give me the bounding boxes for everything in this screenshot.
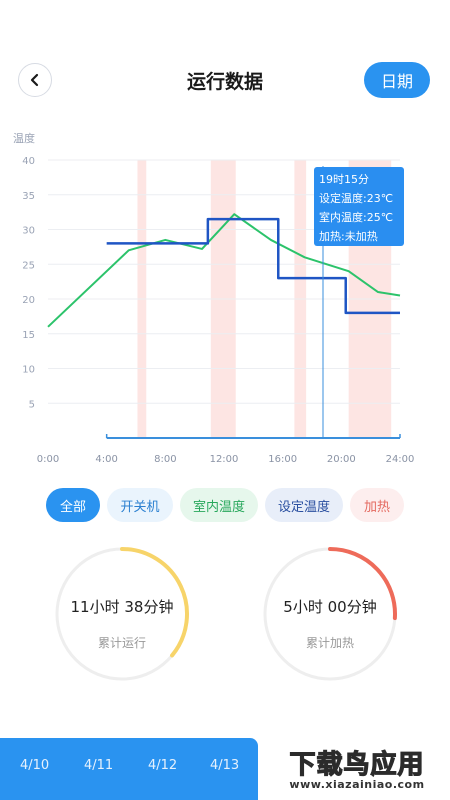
date-tab[interactable]: 4/10 [20,758,49,773]
header: 运行数据 日期 [0,55,450,105]
chart-svg: 5 10 15 20 25 30 35 40 温度 0:00 4:00 8:00 12:00 16:00 2… [13,131,415,465]
runtime-value: 11小时 38分钟 [70,598,174,616]
heating-gauge: 5小时 00分钟 累计加热 [260,544,400,684]
filter-power-chip[interactable]: 开关机 [107,488,173,522]
runtime-label: 累计运行 [97,636,146,650]
y-tick-label: 35 [22,191,35,202]
tooltip-line: 加热:未加热 [319,230,378,243]
date-tab[interactable]: 4/12 [148,758,177,773]
x-tick-label: 16:00 [268,454,297,465]
filter-all-chip[interactable]: 全部 [46,488,100,522]
y-tick-label: 40 [22,156,35,167]
date-tab[interactable]: 4/11 [84,758,113,773]
y-tick-label: 5 [29,399,35,410]
y-tick-label: 10 [22,365,35,376]
date-button[interactable]: 日期 [364,62,430,98]
heating-value: 5小时 00分钟 [283,598,377,616]
y-tick-label: 25 [22,260,35,271]
filter-bar: 全部 开关机 室内温度 设定温度 加热 [0,488,450,524]
date-tab-bar: 4/10 4/11 4/12 4/13 下载鸟应用 www.xiazainiao… [0,738,450,800]
x-tick-label: 24:00 [386,454,415,465]
watermark-url: www.xiazainiao.com [289,778,425,791]
watermark: 下载鸟应用 www.xiazainiao.com [268,744,446,794]
tooltip-line: 19时15分 [319,173,369,186]
x-tick-label: 12:00 [210,454,239,465]
filter-set-temp-chip[interactable]: 设定温度 [265,488,343,522]
x-tick-label: 20:00 [327,454,356,465]
y-tick-label: 30 [22,226,35,237]
heating-label: 累计加热 [305,636,354,650]
y-tick-label: 20 [22,295,35,306]
tooltip-line: 设定温度:23℃ [319,191,393,205]
filter-heating-chip[interactable]: 加热 [350,488,404,522]
tooltip-line: 室内温度:25℃ [319,210,393,224]
y-tick-label: 15 [22,330,35,341]
x-tick-label: 0:00 [37,454,59,465]
x-tick-label: 8:00 [154,454,176,465]
filter-room-temp-chip[interactable]: 室内温度 [180,488,258,522]
y-axis-label: 温度 [13,131,35,145]
date-tab[interactable]: 4/13 [210,758,239,773]
watermark-title: 下载鸟应用 [289,749,425,780]
runtime-gauge: 11小时 38分钟 累计运行 [52,544,192,684]
temperature-chart[interactable]: 5 10 15 20 25 30 35 40 温度 0:00 4:00 8:00 12:00 16:00 2… [0,125,450,470]
x-tick-label: 4:00 [95,454,117,465]
